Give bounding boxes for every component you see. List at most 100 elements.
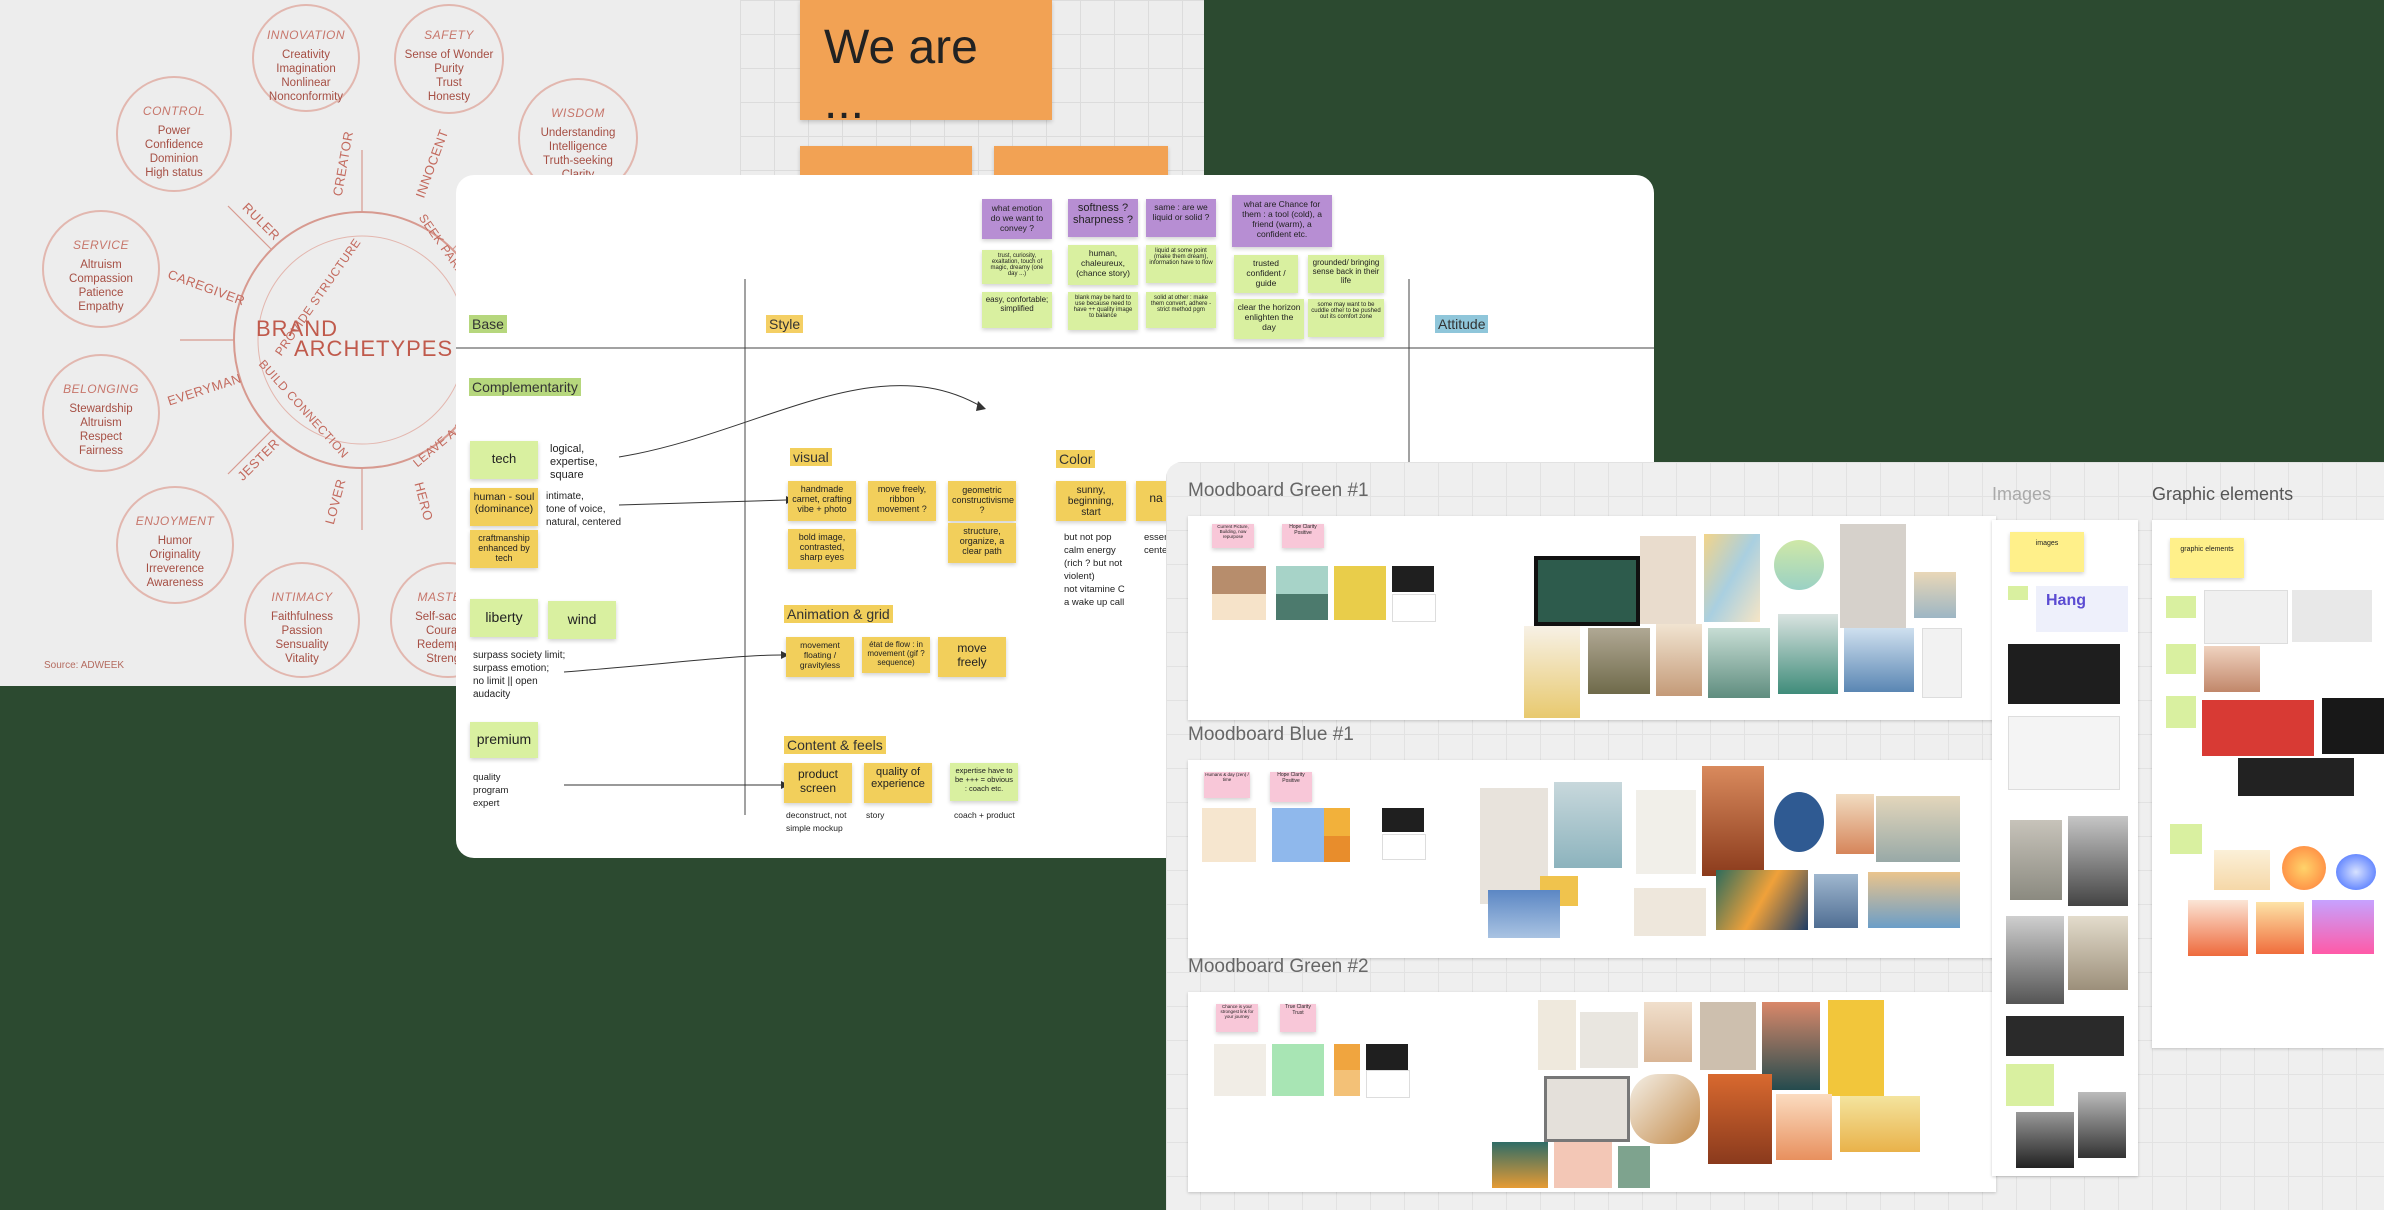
base-tech[interactable]: tech <box>470 441 538 479</box>
archetype-enjoyment: ENJOYMENT Humor Originality Irreverence Awar… <box>116 486 234 604</box>
content-note-2: story <box>866 810 885 820</box>
graphic-img-11 <box>2256 902 2304 954</box>
mb1-image-1 <box>1640 536 1696 624</box>
mb1-note-2[interactable]: Hope Clarity Positive <box>1282 524 1324 548</box>
question-emotion[interactable]: what emotion do we want to convey ? <box>982 199 1052 239</box>
mb2-image-13 <box>1868 872 1960 928</box>
mb2-image-1 <box>1480 788 1548 904</box>
animation-title: Animation & grid <box>784 605 893 623</box>
moodboard-blue-1[interactable]: Humans & day (zen) / time Hope Clarity P… <box>1188 760 1996 958</box>
mb2-note-1[interactable]: Humans & day (zen) / time <box>1204 772 1250 798</box>
mb3-swatch-3 <box>1334 1044 1360 1070</box>
graphic-elements-column[interactable]: graphic elements <box>2152 520 2384 1048</box>
content-product-screen[interactable]: product screen <box>784 763 852 803</box>
answer-chance-1[interactable]: trusted confident / guide <box>1234 255 1298 293</box>
answer-liquid-1[interactable]: liquid at some point (make them dream), … <box>1146 245 1216 283</box>
archetype-belonging: BELONGING Stewardship Altruism Respect Fairn… <box>42 354 160 472</box>
graphic-tag-4 <box>2170 824 2202 854</box>
mb1-swatch-6 <box>1392 566 1434 592</box>
answer-emotion-1[interactable]: trust, curiosity, exaltation, touch of m… <box>982 250 1052 284</box>
tech-note: logical, expertise, square <box>550 443 598 481</box>
column-base: Base <box>469 315 507 333</box>
question-softness[interactable]: softness ? sharpness ? <box>1068 199 1138 237</box>
mb3-image-9 <box>1708 1074 1772 1164</box>
answer-liquid-2[interactable]: solid at other : make them convert, adhe… <box>1146 292 1216 328</box>
mb2-note-2[interactable]: Hope Clarity Positive <box>1270 772 1312 802</box>
mb2-swatch-2 <box>1272 808 1324 862</box>
color-note: but not pop calm energy (rich ? but not … <box>1064 532 1125 608</box>
mb2-image-4 <box>1702 766 1764 876</box>
mb3-image-6 <box>1828 1000 1884 1096</box>
images-portrait <box>2006 916 2064 1004</box>
moodboard-green-2[interactable]: Chance is your strongest link for your j… <box>1188 992 1996 1192</box>
images-sticky[interactable]: images <box>2010 532 2084 572</box>
mb2-image-7 <box>1876 796 1960 862</box>
graphic-img-5 <box>2322 698 2384 754</box>
answer-chance-4[interactable]: some may want to be cuddle other to be p… <box>1308 299 1384 337</box>
mb3-image-4 <box>1700 1002 1756 1070</box>
base-liberty[interactable]: liberty <box>470 599 538 637</box>
mb3-swatch-2 <box>1272 1044 1324 1096</box>
mb3-image-13 <box>1554 1142 1612 1188</box>
mb3-image-10 <box>1776 1094 1832 1160</box>
base-craftmanship[interactable]: craftmanship enhanced by tech <box>470 530 538 568</box>
mb2-swatch-5 <box>1382 808 1424 832</box>
mb1-swatch-1 <box>1212 566 1266 594</box>
archetype-control: CONTROL Power Confidence Dominion High statu… <box>116 76 232 192</box>
graphic-tag-3 <box>2166 696 2196 728</box>
images-column[interactable]: images Hang <box>1992 520 2138 1176</box>
visual-geometric[interactable]: geometric constructivisme ? <box>948 481 1016 521</box>
mb3-swatch-1 <box>1214 1044 1266 1096</box>
mb3-image-12 <box>1492 1142 1548 1188</box>
images-bw-2 <box>2078 1092 2126 1158</box>
mb3-note-2[interactable]: True Clarity Trust <box>1280 1004 1316 1032</box>
mb2-image-10 <box>1634 888 1706 936</box>
base-premium[interactable]: premium <box>470 722 538 758</box>
mb1-image-10 <box>1778 614 1838 694</box>
animation-floating[interactable]: movement floating / gravityless <box>786 637 854 677</box>
mb1-note-1[interactable]: Current Picture, Building, now repurpose <box>1212 524 1254 548</box>
mb3-note-1[interactable]: Chance is your strongest link for your j… <box>1216 1004 1258 1032</box>
content-quality[interactable]: quality of experience <box>864 763 932 803</box>
animation-move-freely[interactable]: move freely <box>938 637 1006 677</box>
graphic-img-6 <box>2238 758 2354 796</box>
base-human[interactable]: human - soul (dominance) <box>470 488 538 526</box>
moodboards-area[interactable]: Moodboard Green #1 Current Picture, Buil… <box>1166 462 2384 1210</box>
graphic-sticky[interactable]: graphic elements <box>2170 538 2244 578</box>
mb2-image-6 <box>1836 794 1874 854</box>
answer-chance-3[interactable]: clear the horizon enlighten the day <box>1234 299 1304 339</box>
mb1-image-9 <box>1708 628 1770 698</box>
answer-chance-2[interactable]: grounded/ bringing sense back in their l… <box>1308 255 1384 293</box>
mb3-image-3 <box>1644 1002 1692 1062</box>
content-expertise[interactable]: expertise have to be +++ = obvious : coa… <box>950 763 1018 801</box>
content-note-1: deconstruct, not simple mockup <box>786 810 847 833</box>
mb3-swatch-5 <box>1366 1044 1408 1070</box>
visual-handmade[interactable]: handmade carnet, crafting vibe + photo <box>788 481 856 521</box>
question-chance[interactable]: what are Chance for them : a tool (cold)… <box>1232 195 1332 247</box>
mb2-image-2 <box>1554 782 1622 868</box>
visual-bold[interactable]: bold image, contrasted, sharp eyes <box>788 529 856 569</box>
answer-softness-2[interactable]: blank may be hard to use because need to… <box>1068 292 1138 330</box>
visual-structure[interactable]: structure, organize, a clear path <box>948 523 1016 563</box>
graphic-img-7 <box>2214 850 2270 890</box>
mb2-image-11 <box>1716 870 1808 930</box>
color-sunny[interactable]: sunny, beginning, start <box>1056 481 1126 521</box>
question-liquid[interactable]: same : are we liquid or solid ? <box>1146 199 1216 237</box>
images-bw-1 <box>2016 1112 2074 1168</box>
mb1-image-8 <box>1656 624 1702 696</box>
graphic-img-8 <box>2282 846 2326 890</box>
base-wind[interactable]: wind <box>548 601 616 639</box>
we-are-sticky[interactable]: We are ... <box>800 0 1052 129</box>
column-attitude: Attitude <box>1435 315 1489 333</box>
moodboard-green-1[interactable]: Current Picture, Building, now repurpose… <box>1188 516 1996 720</box>
animation-flow[interactable]: état de flow : in movement (gif ? sequen… <box>862 637 930 673</box>
moodboard-green-2-title: Moodboard Green #2 <box>1188 956 1369 977</box>
complementarity-label: Complementarity <box>469 378 581 396</box>
graphic-img-9 <box>2336 854 2376 890</box>
archetype-service: SERVICE Altruism Compassion Patience Empathy <box>42 210 160 328</box>
visual-move-freely[interactable]: move freely, ribbon movement ? <box>868 481 936 521</box>
answer-emotion-2[interactable]: easy, confortable; simplified <box>982 292 1052 328</box>
graphic-tag-2 <box>2166 644 2196 674</box>
images-dark-1 <box>2008 644 2120 704</box>
answer-softness-1[interactable]: human, chaleureux, (chance story) <box>1068 245 1138 285</box>
